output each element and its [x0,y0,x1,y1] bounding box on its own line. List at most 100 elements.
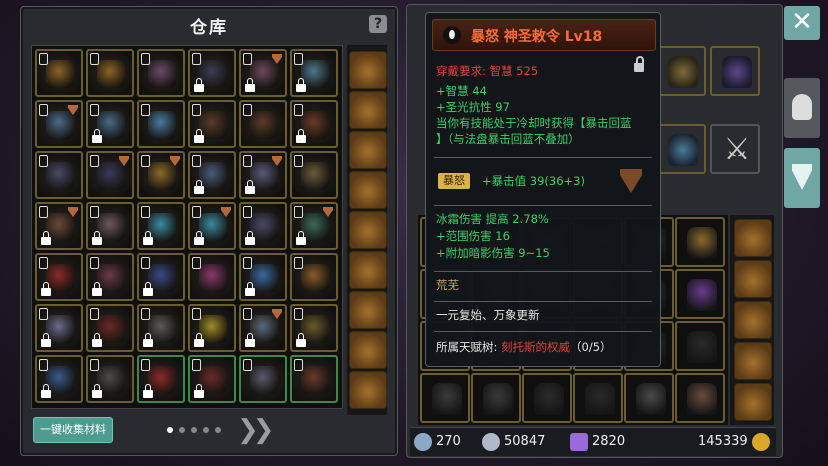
equip-slot-ring-1[interactable] [656,46,706,96]
item-slot[interactable] [188,202,236,250]
bag-icon[interactable] [349,171,387,209]
item-slot[interactable] [86,49,134,97]
item-slot[interactable] [137,202,185,250]
requirement-value: 智慧 525 [489,64,539,78]
item-slot[interactable] [86,304,134,352]
helmet-item-icon [687,227,717,259]
equipment-item-slot[interactable] [624,373,674,423]
item-slot[interactable] [239,304,287,352]
lock-icon [92,231,102,245]
attack-icon [414,432,432,451]
tag-icon [243,53,252,65]
lock-icon [296,129,306,143]
item-slot[interactable] [239,49,287,97]
equipment-item-slot[interactable] [573,373,623,423]
item-slot[interactable] [239,202,287,250]
item-slot[interactable] [290,304,338,352]
tag-icon [141,104,150,116]
equipment-item-slot[interactable] [522,373,572,423]
item-slot[interactable] [86,202,134,250]
page-dot-3[interactable] [191,427,197,433]
close-button[interactable]: ✕ [784,6,820,40]
equip-slot-scythe[interactable] [710,46,760,96]
collect-materials-button[interactable]: 一键收集材料 [33,417,113,443]
question-icon[interactable]: ? [369,15,387,33]
bag-icon[interactable] [349,211,387,249]
tag-icon [141,359,150,371]
item-slot[interactable] [290,253,338,301]
item-slot[interactable] [35,49,83,97]
item-slot[interactable] [137,355,185,403]
item-slot[interactable] [35,355,83,403]
bag-icon[interactable] [349,131,387,169]
bag-icon[interactable] [349,251,387,289]
gold-value: 145339 [698,434,748,449]
equipment-item-slot[interactable] [420,373,470,423]
page-dot-4[interactable] [203,427,209,433]
item-slot[interactable] [188,100,236,148]
item-slot[interactable] [290,355,338,403]
equipment-item-slot[interactable] [675,217,725,267]
item-slot[interactable] [239,100,287,148]
item-slot[interactable] [137,151,185,199]
tag-icon [243,308,252,320]
bag-icon[interactable] [349,51,387,89]
item-slot[interactable] [35,100,83,148]
item-slot[interactable] [188,49,236,97]
item-slot[interactable] [86,355,134,403]
item-slot[interactable] [35,202,83,250]
item-slot[interactable] [86,100,134,148]
item-slot[interactable] [290,202,338,250]
bag-icon[interactable] [349,291,387,329]
item-slot[interactable] [137,253,185,301]
lock-icon [194,78,204,92]
item-slot[interactable] [239,253,287,301]
item-slot[interactable] [188,151,236,199]
page-dot-5[interactable] [215,427,221,433]
page-dot-1[interactable] [167,427,173,433]
tag-icon [243,104,252,116]
item-slot[interactable] [35,304,83,352]
bag-icon[interactable] [734,342,772,380]
bag-icon[interactable] [349,91,387,129]
bag-icon[interactable] [734,219,772,257]
item-slot[interactable] [86,253,134,301]
equipment-item-slot[interactable] [675,373,725,423]
equipment-item-slot[interactable] [471,373,521,423]
bag-icon[interactable] [734,260,772,298]
item-slot[interactable] [35,253,83,301]
bag-icon[interactable] [349,371,387,409]
item-slot[interactable] [137,100,185,148]
lock-icon [296,78,306,92]
item-slot[interactable] [188,253,236,301]
page-dot-2[interactable] [179,427,185,433]
tag-icon [39,104,48,116]
tag-icon [294,53,303,65]
equip-slot-ring-2[interactable] [656,124,706,174]
item-slot[interactable] [35,151,83,199]
item-slot[interactable] [137,304,185,352]
item-slot[interactable] [137,49,185,97]
armor-tab[interactable] [784,148,820,208]
equipment-item-slot[interactable] [675,321,725,371]
bag-column [347,45,387,415]
item-slot[interactable] [188,355,236,403]
item-slot[interactable] [86,151,134,199]
lock-icon [634,56,644,72]
helmet-tab[interactable] [784,78,820,138]
lock-icon [41,384,51,398]
item-slot[interactable] [239,355,287,403]
item-slot[interactable] [290,151,338,199]
empty-weapon-slot[interactable]: ⚔ [710,124,760,174]
item-slot[interactable] [239,151,287,199]
item-slot[interactable] [188,304,236,352]
lock-icon [194,129,204,143]
item-slot[interactable] [290,49,338,97]
double-chevron-right-icon[interactable]: ❯❯ [237,415,274,445]
bag-icon[interactable] [734,383,772,421]
tag-icon [39,53,48,65]
bag-icon[interactable] [349,331,387,369]
equipment-item-slot[interactable] [675,269,725,319]
item-slot[interactable] [290,100,338,148]
bag-icon[interactable] [734,301,772,339]
